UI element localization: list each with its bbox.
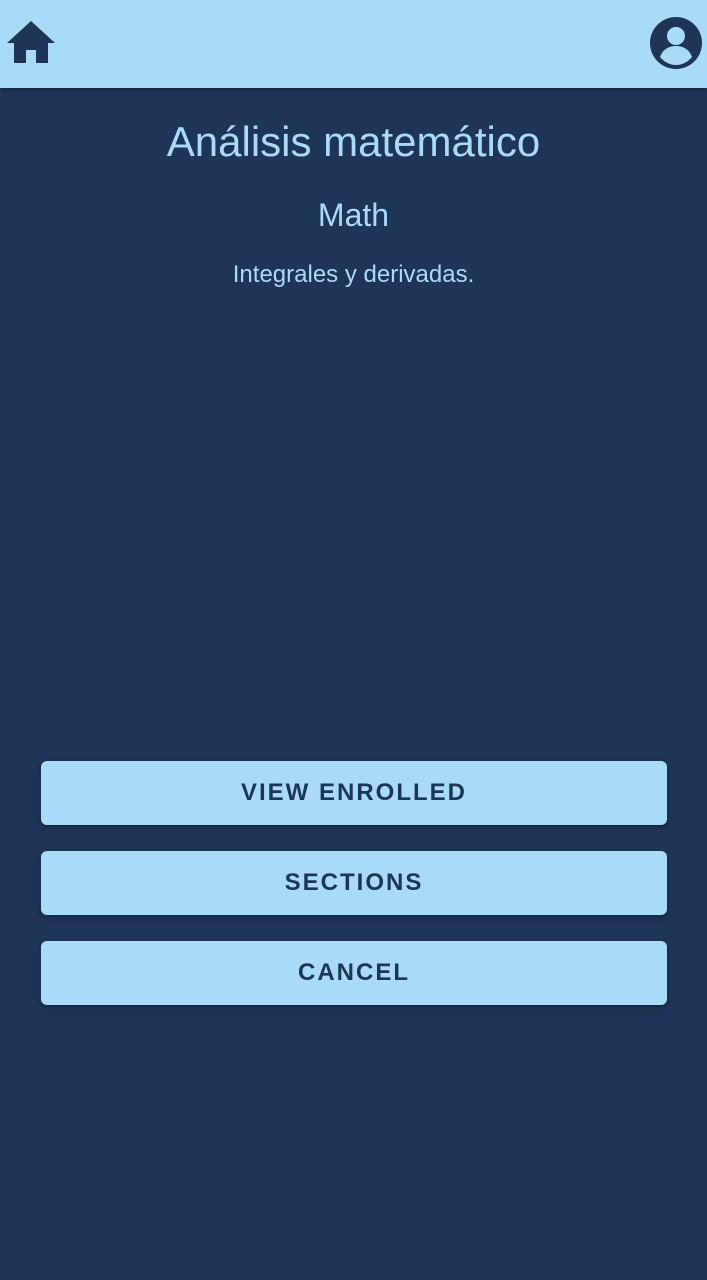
home-button[interactable] <box>4 16 58 68</box>
view-enrolled-button[interactable]: VIEW ENROLLED <box>41 761 667 825</box>
course-description: Integrales y derivadas. <box>232 261 475 288</box>
profile-button[interactable] <box>649 16 703 70</box>
home-icon <box>7 21 55 63</box>
account-circle-icon <box>650 17 702 69</box>
top-app-bar <box>0 0 707 88</box>
course-subject: Math <box>317 197 390 233</box>
course-detail-screen: Análisis matemático Math Integrales y de… <box>0 0 707 1280</box>
cancel-button[interactable]: CANCEL <box>41 941 667 1005</box>
course-title: Análisis matemático <box>166 118 541 165</box>
sections-button[interactable]: SECTIONS <box>41 851 667 915</box>
